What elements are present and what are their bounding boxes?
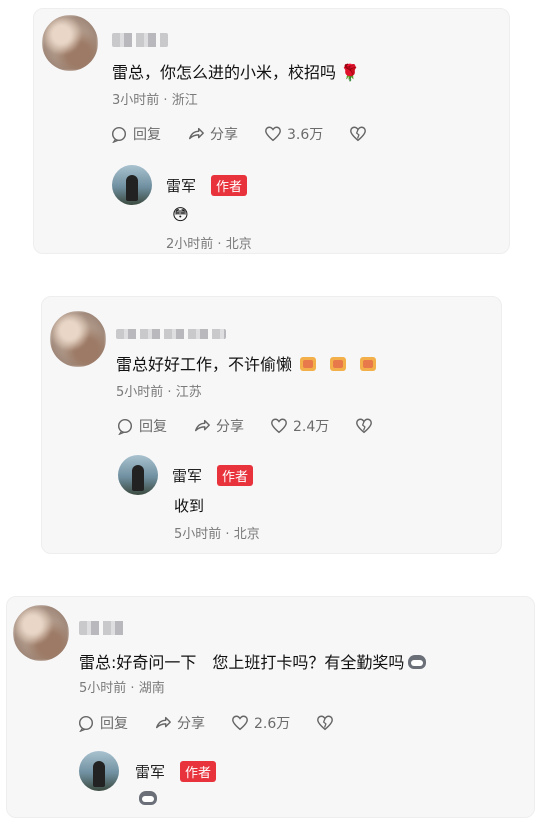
heart-icon [265, 126, 281, 142]
comment-actions: 回复 分享 2.6万 [77, 713, 334, 733]
comment-actions: 回复 分享 2.4万 [116, 416, 373, 436]
comment-card-1: 雷总，你怎么进的小米，校招吗 🌹 3小时前 · 浙江 回复 分享 3.6万 雷军 … [33, 8, 510, 254]
share-button[interactable]: 分享 [154, 713, 205, 733]
meta-separator: · [217, 237, 222, 252]
share-button[interactable]: 分享 [193, 416, 244, 436]
meta-separator: · [225, 527, 230, 542]
cat-emoji-icon [139, 789, 157, 808]
comment-text: 雷总:好奇问一下 您上班打卡吗？有全勤奖吗 [79, 649, 427, 673]
comment-text: 雷总好好工作，不许偷懒 [116, 351, 377, 375]
author-badge: 作者 [180, 761, 217, 782]
author-avatar[interactable] [118, 455, 158, 495]
share-icon [155, 716, 171, 729]
meta-separator: · [130, 681, 135, 696]
cat-emoji-icon [408, 655, 427, 669]
dislike-button[interactable] [316, 714, 334, 732]
reply-icon [111, 126, 127, 143]
author-avatar[interactable] [112, 165, 152, 205]
comment-meta: 5小时前 · 江苏 [116, 381, 202, 400]
comment-meta: 3小时前 · 浙江 [112, 89, 198, 108]
commenter-name-pixelated[interactable] [79, 621, 125, 635]
share-icon [194, 419, 210, 432]
reply-author-name[interactable]: 雷军 [172, 465, 202, 486]
comment-location: 江苏 [175, 385, 202, 400]
comment-card-2: 雷总好好工作，不许偷懒 5小时前 · 江苏 回复 分享 2.4万 雷军 作者 收… [41, 296, 502, 554]
like-button[interactable]: 3.6万 [264, 124, 323, 144]
reply-text: 收到 [174, 497, 205, 515]
broken-heart-icon [317, 715, 334, 731]
rose-emoji-icon: 🌹 [340, 63, 360, 82]
meta-separator: · [167, 385, 172, 400]
gift-emoji-icon [330, 357, 347, 371]
like-button[interactable]: 2.6万 [231, 713, 290, 733]
commenter-avatar[interactable] [50, 311, 106, 367]
reply-location: 北京 [225, 237, 252, 252]
author-badge: 作者 [211, 175, 248, 196]
reply-button[interactable]: 回复 [110, 124, 161, 144]
commenter-avatar[interactable] [13, 605, 69, 661]
comment-card-3: 雷总:好奇问一下 您上班打卡吗？有全勤奖吗 5小时前 · 湖南 回复 分享 2.… [6, 596, 535, 818]
reply-icon [117, 418, 133, 435]
commenter-avatar[interactable] [42, 15, 98, 71]
reply-location: 北京 [233, 527, 260, 542]
reply-icon [78, 715, 94, 732]
reply-button[interactable]: 回复 [116, 416, 167, 436]
comment-time: 5小时前 [116, 385, 164, 400]
comment-actions: 回复 分享 3.6万 [110, 124, 367, 144]
dislike-button[interactable] [355, 417, 373, 435]
author-badge: 作者 [217, 465, 254, 486]
gift-emoji-icon [300, 357, 317, 371]
reply-author-name[interactable]: 雷军 [166, 175, 196, 196]
broken-heart-icon [356, 418, 373, 434]
broken-heart-icon [350, 126, 367, 142]
gift-emoji-icon [360, 357, 377, 371]
commenter-name-pixelated[interactable] [112, 33, 168, 47]
author-avatar[interactable] [79, 751, 119, 791]
reply-time: 2小时前 [166, 237, 214, 252]
meta-separator: · [163, 93, 168, 108]
reply-button[interactable]: 回复 [77, 713, 128, 733]
like-button[interactable]: 2.4万 [270, 416, 329, 436]
shy-emoji-icon: 😳 [172, 205, 189, 224]
comment-location: 浙江 [171, 93, 198, 108]
dislike-button[interactable] [349, 125, 367, 143]
heart-icon [271, 418, 287, 434]
comment-meta: 5小时前 · 湖南 [79, 677, 165, 696]
reply-meta: 5小时前 · 北京 [174, 523, 260, 542]
comment-time: 3小时前 [112, 93, 160, 108]
comment-text: 雷总，你怎么进的小米，校招吗 🌹 [112, 63, 360, 82]
share-icon [188, 127, 204, 140]
comment-time: 5小时前 [79, 681, 127, 696]
reply-author-name[interactable]: 雷军 [135, 761, 165, 782]
reply-time: 5小时前 [174, 527, 222, 542]
heart-icon [232, 715, 248, 731]
commenter-name-pixelated[interactable] [116, 329, 226, 339]
reply-meta: 2小时前 · 北京 [166, 233, 252, 252]
comment-location: 湖南 [138, 681, 165, 696]
share-button[interactable]: 分享 [187, 124, 238, 144]
